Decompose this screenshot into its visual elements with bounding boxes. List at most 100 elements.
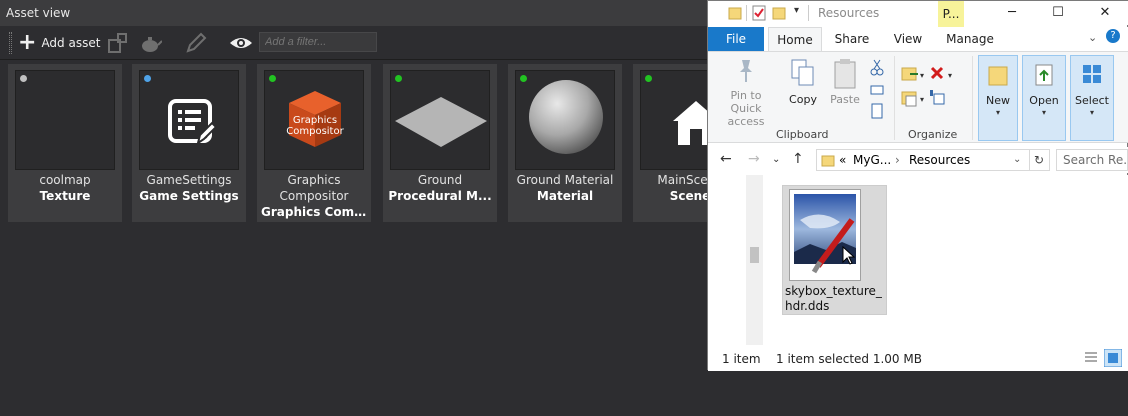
asset-tile-ground-material[interactable]: Ground Material Material xyxy=(508,64,622,222)
address-box[interactable]: « MyG... › Resources ⌄ ↻ xyxy=(816,149,1050,171)
open-dropdown-icon: ▾ xyxy=(1041,108,1046,117)
status-dot xyxy=(144,75,151,82)
ribbon-collapse-icon[interactable]: ⌄ xyxy=(1088,31,1097,44)
plane-icon xyxy=(395,97,487,147)
breadcrumb-parent[interactable]: MyG... xyxy=(853,150,891,170)
scrollbar-thumb[interactable] xyxy=(750,247,759,263)
filter-input[interactable] xyxy=(259,32,377,52)
thumbnail-caption: Graphics Compositor xyxy=(286,115,344,137)
refresh-icon[interactable]: ↻ xyxy=(1029,150,1044,170)
sphere-icon xyxy=(529,80,603,154)
asset-thumbnail: Graphics Compositor xyxy=(264,70,364,170)
up-arrow-icon[interactable]: ↑ xyxy=(792,151,804,167)
folder-icon xyxy=(821,155,835,167)
svg-text:▾: ▾ xyxy=(920,71,924,80)
address-dropdown-icon[interactable]: ⌄ xyxy=(1013,150,1021,170)
pencil-icon xyxy=(186,32,207,53)
separator xyxy=(894,56,895,140)
pin-to-quick-access-button[interactable]: Pin to Quick access xyxy=(714,58,778,128)
clipboard-group-label: Clipboard xyxy=(776,128,829,141)
open-icon xyxy=(1035,64,1053,86)
file-name: skybox_texture_hdr.dds xyxy=(785,284,882,313)
plus-icon: + xyxy=(18,30,37,55)
image-file-icon xyxy=(794,194,856,274)
recent-dropdown-icon[interactable]: ⌄ xyxy=(772,154,780,165)
back-arrow-icon[interactable]: ← xyxy=(720,151,732,167)
file-item-skybox[interactable]: skybox_texture_hdr.dds xyxy=(782,185,887,315)
search-input[interactable]: Search Re... xyxy=(1056,149,1128,171)
svg-text:▾: ▾ xyxy=(948,71,952,80)
copy-icon xyxy=(791,59,814,86)
address-bar-row: ← → ⌄ ↑ « MyG... › Resources ⌄ ↻ Search … xyxy=(708,147,1128,173)
tab-manage[interactable]: Manage xyxy=(940,27,1000,51)
context-tab-picture-tools[interactable]: P... xyxy=(938,1,964,27)
tab-home[interactable]: Home xyxy=(768,27,822,51)
toolbar-grip[interactable] xyxy=(9,32,12,54)
asset-tile-ground[interactable]: Ground Procedural M... xyxy=(383,64,497,222)
select-dropdown-icon: ▾ xyxy=(1089,108,1094,117)
file-list: skybox_texture_hdr.dds xyxy=(708,175,1128,345)
organize-icons[interactable]: ▾ ▾ ▾ xyxy=(900,64,962,112)
breadcrumb-current[interactable]: Resources xyxy=(909,150,970,170)
asset-thumbnail xyxy=(15,70,115,170)
copy-label: Copy xyxy=(789,93,817,106)
details-view-icon[interactable] xyxy=(1083,351,1099,365)
asset-tile-gamesettings[interactable]: GameSettings Game Settings xyxy=(132,64,246,222)
add-asset-label: Add asset xyxy=(41,36,101,50)
edit-button[interactable] xyxy=(184,26,208,60)
copy-button[interactable]: Copy xyxy=(784,58,822,106)
settings-document-icon xyxy=(168,99,216,146)
asset-name-line1: Graphics xyxy=(287,173,341,187)
asset-type: Material xyxy=(536,189,594,203)
large-icons-view-icon[interactable] xyxy=(1104,349,1122,367)
show-references-button[interactable] xyxy=(106,26,130,60)
new-label: New xyxy=(986,94,1010,107)
asset-tile-graphics-compositor[interactable]: Graphics Compositor Graphics Compositor … xyxy=(257,64,371,222)
close-button[interactable]: ✕ xyxy=(1082,1,1128,25)
status-dot xyxy=(395,75,402,82)
asset-name: coolmap xyxy=(39,173,91,187)
add-asset-button[interactable]: + Add asset xyxy=(18,26,100,60)
reference-icon xyxy=(108,33,127,53)
tab-share[interactable]: Share xyxy=(828,27,876,51)
open-button[interactable]: Open ▾ xyxy=(1022,55,1066,141)
tab-view[interactable]: View xyxy=(884,27,932,51)
asset-type: Game Settings xyxy=(139,189,239,203)
new-folder-icon[interactable] xyxy=(772,5,786,21)
qat-dropdown-icon[interactable]: ▾ xyxy=(794,5,799,21)
visibility-button[interactable] xyxy=(229,26,253,60)
properties-icon[interactable] xyxy=(752,5,766,21)
asset-thumbnail xyxy=(390,70,490,170)
paste-icon xyxy=(834,59,856,89)
organize-group-label: Organize xyxy=(908,128,958,141)
explorer-titlebar: ▾ Resources P... ─ ☐ ✕ xyxy=(708,1,1128,27)
forward-arrow-icon[interactable]: → xyxy=(748,151,760,167)
small-clipboard-icons[interactable] xyxy=(870,58,884,128)
paste-label: Paste xyxy=(830,93,860,106)
asset-name-line2: Compositor xyxy=(279,189,349,203)
teapot-button[interactable] xyxy=(138,26,162,60)
minimize-button[interactable]: ─ xyxy=(989,1,1035,25)
select-button[interactable]: Select ▾ xyxy=(1070,55,1114,141)
breadcrumb-overflow[interactable]: « xyxy=(839,150,846,170)
pin-label-line2: access xyxy=(727,115,765,128)
status-dot xyxy=(20,75,27,82)
vertical-scrollbar[interactable] xyxy=(746,175,763,345)
window-title: Resources xyxy=(818,6,880,20)
status-dot xyxy=(520,75,527,82)
file-explorer-window: ▾ Resources P... ─ ☐ ✕ File Home Share V… xyxy=(707,0,1128,371)
asset-type: Graphics Com... xyxy=(261,205,368,219)
asset-tile-coolmap[interactable]: coolmap Texture xyxy=(8,64,122,222)
help-icon[interactable]: ? xyxy=(1106,29,1120,43)
paste-button[interactable]: Paste xyxy=(826,58,864,106)
tab-file[interactable]: File xyxy=(708,27,764,51)
asset-type: Texture xyxy=(39,189,91,203)
maximize-button[interactable]: ☐ xyxy=(1035,1,1081,25)
asset-name: Ground xyxy=(417,173,463,187)
status-dot xyxy=(645,75,652,82)
pin-icon xyxy=(740,60,752,82)
new-button[interactable]: New ▾ xyxy=(978,55,1018,141)
mouse-cursor-icon xyxy=(842,246,855,265)
ribbon-home: Pin to Quick access Copy Paste Clipboard… xyxy=(708,51,1128,143)
pin-label-line1: Pin to Quick xyxy=(730,89,762,115)
